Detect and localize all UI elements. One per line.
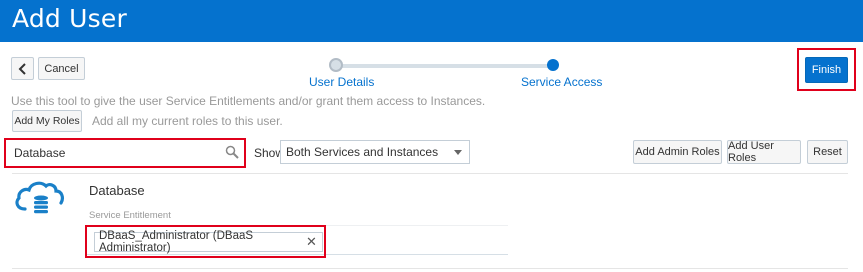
search-input[interactable] [10,143,240,163]
reset-button[interactable]: Reset [807,140,848,164]
train-stop-user-details[interactable] [329,58,343,72]
section-divider [12,173,848,174]
entry-title: Database [89,183,145,198]
add-user-roles-button[interactable]: Add User Roles [727,140,801,164]
role-chip-label: DBaaS_Administrator (DBaaS Administrator… [99,230,254,254]
instructions-text: Use this tool to give the user Service E… [11,94,486,108]
back-button[interactable] [11,57,34,80]
train-label-user-details[interactable]: User Details [309,75,374,89]
cancel-button[interactable]: Cancel [38,57,85,80]
close-icon[interactable]: ✕ [306,234,317,250]
add-my-roles-hint: Add all my current roles to this user. [92,114,283,128]
entry-subtitle: Service Entitlement [89,210,171,221]
database-cloud-icon [15,181,64,214]
chevron-left-icon [18,62,26,75]
show-filter-value: Both Services and Instances [286,145,439,159]
add-my-roles-button[interactable]: Add My Roles [12,110,82,132]
train-stop-service-access[interactable] [547,59,559,71]
show-filter-select[interactable]: Both Services and Instances [280,140,470,164]
search-icon[interactable] [225,145,239,159]
finish-button[interactable]: Finish [805,57,848,83]
train-connector [341,64,549,68]
dropdown-arrow-icon [454,150,462,155]
train-label-service-access[interactable]: Service Access [521,75,602,89]
add-admin-roles-button[interactable]: Add Admin Roles [633,140,722,164]
role-chip: DBaaS_Administrator (DBaaS Administrator… [94,230,323,254]
section-divider-bottom [12,268,848,269]
page-header: Add User [0,0,863,42]
page-title: Add User [12,4,127,33]
